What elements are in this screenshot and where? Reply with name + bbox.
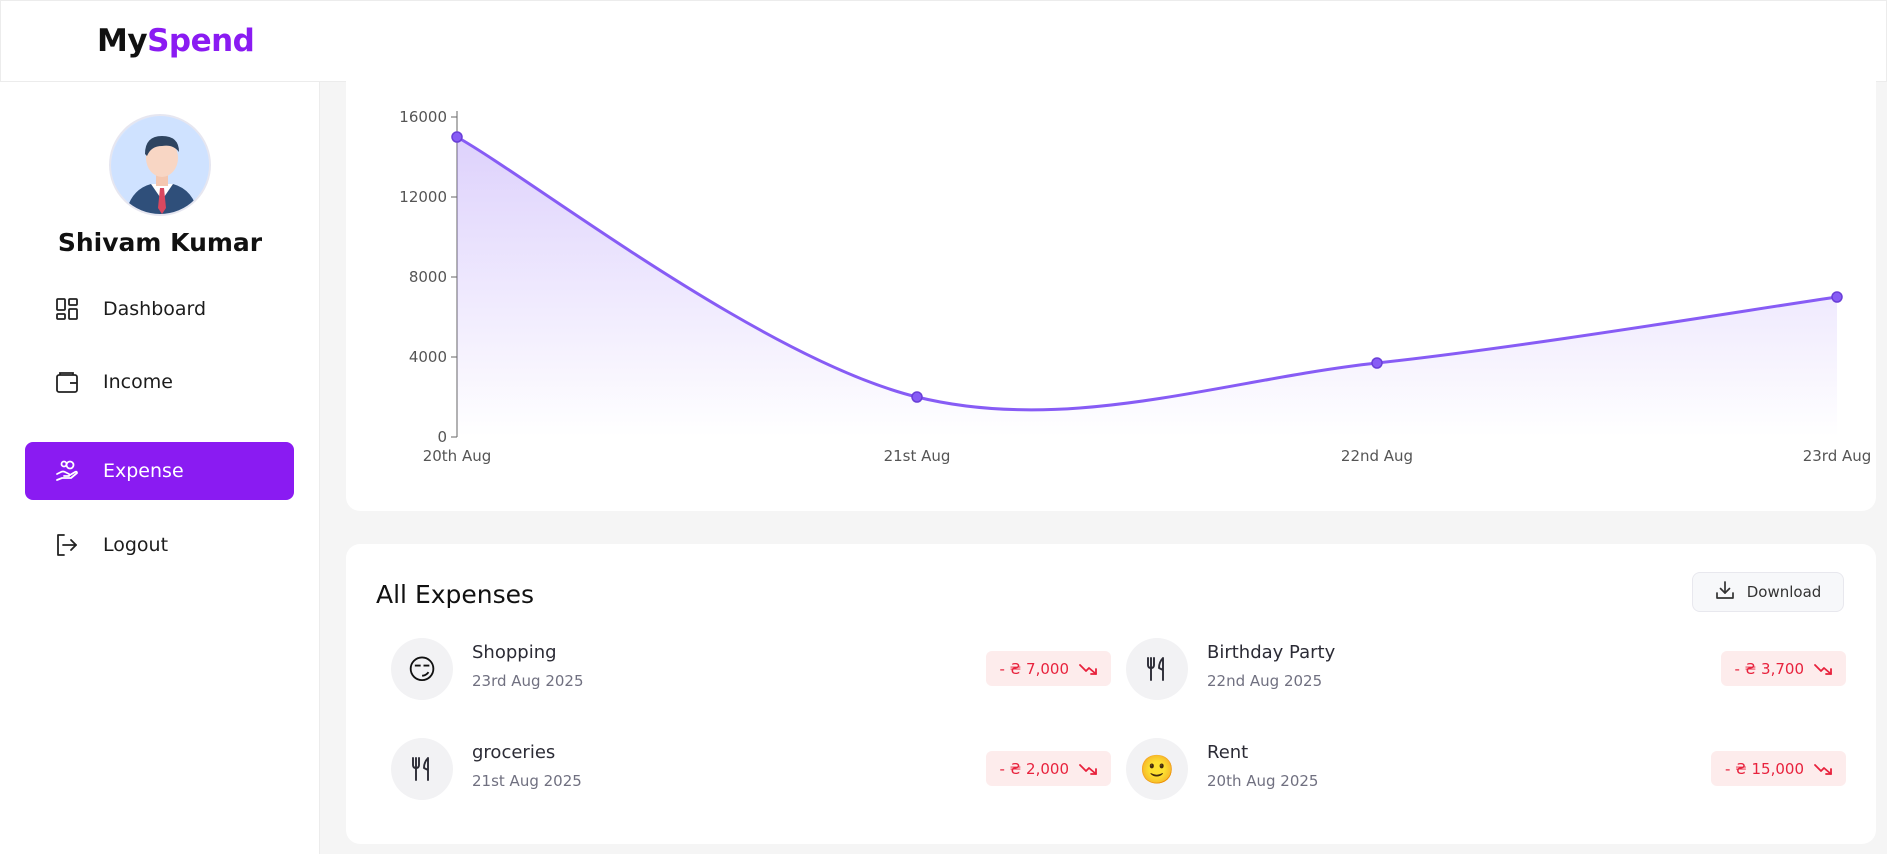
expense-name: Shopping xyxy=(472,642,557,663)
y-tick-label: 4000 xyxy=(409,348,447,366)
logo-my: My xyxy=(97,23,148,59)
sidebar-item-logout[interactable]: Logout xyxy=(25,516,294,574)
trending-down-icon xyxy=(1814,763,1832,775)
area-fill xyxy=(457,137,1837,437)
section-title: All Expenses xyxy=(376,580,535,609)
x-tick-label: 22nd Aug xyxy=(1341,447,1413,465)
sidebar-item-label: Dashboard xyxy=(103,298,207,320)
download-label: Download xyxy=(1746,583,1822,601)
trending-down-icon xyxy=(1079,763,1097,775)
y-tick-label: 0 xyxy=(437,428,447,446)
expense-name: Rent xyxy=(1207,742,1249,763)
expense-amount: - ₴ 3,700 xyxy=(1734,659,1805,678)
expense-amount-badge: - ₴ 2,000 xyxy=(985,751,1111,786)
all-expenses-card: All Expenses Download 😏 Shopping 23rd Au… xyxy=(346,544,1876,844)
sidebar-item-label: Expense xyxy=(103,460,184,482)
data-point[interactable] xyxy=(451,131,463,143)
wallet-icon xyxy=(55,370,79,394)
avatar xyxy=(109,114,211,216)
expense-amount: - ₴ 7,000 xyxy=(999,659,1070,678)
trending-down-icon xyxy=(1814,663,1832,675)
sidebar-item-label: Income xyxy=(103,371,173,393)
list-item[interactable]: groceries 21st Aug 2025 - ₴ 2,000 xyxy=(391,738,1111,800)
y-tick-label: 8000 xyxy=(409,268,447,286)
y-tick-label: 12000 xyxy=(399,188,447,206)
download-icon xyxy=(1715,580,1735,604)
expense-amount-badge: - ₴ 7,000 xyxy=(985,651,1111,686)
hand-coins-icon xyxy=(55,459,79,483)
x-tick-label: 21st Aug xyxy=(884,447,951,465)
expense-date: 23rd Aug 2025 xyxy=(472,672,584,690)
list-item[interactable]: 🙂 Rent 20th Aug 2025 - ₴ 15,000 xyxy=(1126,738,1846,800)
logout-icon xyxy=(55,533,79,557)
user-avatar-icon xyxy=(111,116,209,214)
y-tick-label: 16000 xyxy=(399,108,447,126)
dashboard-icon xyxy=(55,297,79,321)
list-item[interactable]: 😏 Shopping 23rd Aug 2025 - ₴ 7,000 xyxy=(391,638,1111,700)
smile-emoji-icon: 🙂 xyxy=(1126,738,1188,800)
expense-amount: - ₴ 2,000 xyxy=(999,759,1070,778)
expense-date: 22nd Aug 2025 xyxy=(1207,672,1323,690)
utensils-icon xyxy=(391,738,453,800)
list-item[interactable]: Birthday Party 22nd Aug 2025 - ₴ 3,700 xyxy=(1126,638,1846,700)
expense-amount: - ₴ 15,000 xyxy=(1724,759,1804,778)
sidebar-item-income[interactable]: Income xyxy=(25,353,294,411)
smirk-emoji-icon: 😏 xyxy=(391,638,453,700)
data-point[interactable] xyxy=(1371,357,1383,369)
expense-chart-card: 0 4000 8000 12000 16000 20th Aug 21st Aug 22nd … xyxy=(346,60,1876,511)
expense-amount-badge: - ₴ 15,000 xyxy=(1710,751,1846,786)
expense-name: Birthday Party xyxy=(1207,642,1336,663)
user-name: Shivam Kumar xyxy=(57,228,263,257)
download-button[interactable]: Download xyxy=(1692,572,1844,612)
expense-date: 20th Aug 2025 xyxy=(1207,772,1319,790)
app-logo[interactable]: MySpend xyxy=(97,23,255,59)
x-tick-label: 23rd Aug xyxy=(1803,447,1872,465)
expense-name: groceries xyxy=(472,742,556,763)
sidebar: Shivam Kumar Dashboard Income Expense Lo… xyxy=(0,82,320,854)
x-tick-label: 20th Aug xyxy=(423,447,492,465)
utensils-icon xyxy=(1126,638,1188,700)
expense-date: 21st Aug 2025 xyxy=(472,772,582,790)
data-point[interactable] xyxy=(911,391,923,403)
sidebar-item-expense[interactable]: Expense xyxy=(25,442,294,500)
data-point[interactable] xyxy=(1831,291,1843,303)
logo-spend: Spend xyxy=(147,23,255,59)
trending-down-icon xyxy=(1079,663,1097,675)
sidebar-item-label: Logout xyxy=(103,534,169,556)
expense-amount-badge: - ₴ 3,700 xyxy=(1720,651,1846,686)
expense-area-chart: 0 4000 8000 12000 16000 20th Aug 21st Aug 22nd … xyxy=(399,108,1872,465)
sidebar-item-dashboard[interactable]: Dashboard xyxy=(25,280,294,338)
